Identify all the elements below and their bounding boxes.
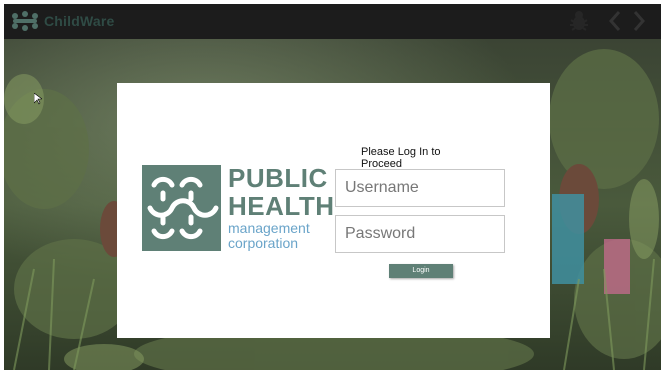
login-button[interactable]: Login <box>389 264 453 278</box>
password-input[interactable] <box>335 215 505 253</box>
org-logo: PUBLIC HEALTH management corporation <box>142 165 334 251</box>
logo-text-management: management <box>228 220 310 236</box>
app-title: ChildWare <box>44 13 115 29</box>
bug-icon[interactable] <box>568 10 590 32</box>
login-dialog: PUBLIC HEALTH management corporation Ple… <box>117 83 550 338</box>
top-bar: ChildWare <box>4 4 661 39</box>
username-input[interactable] <box>335 169 505 207</box>
chevron-right-icon[interactable] <box>631 9 647 33</box>
mouse-cursor-icon <box>34 93 42 105</box>
childware-logo-icon <box>12 11 38 31</box>
logo-text-health: HEALTH <box>228 191 335 221</box>
chevron-left-icon[interactable] <box>607 9 623 33</box>
login-heading: Please Log In to Proceed <box>361 146 441 170</box>
logo-text-public: PUBLIC <box>228 163 328 193</box>
app-window: ChildWare PUBLIC HEALTH management corpo… <box>4 4 661 370</box>
logo-text-corporation: corporation <box>228 235 299 251</box>
phmc-logo-icon <box>142 165 221 251</box>
